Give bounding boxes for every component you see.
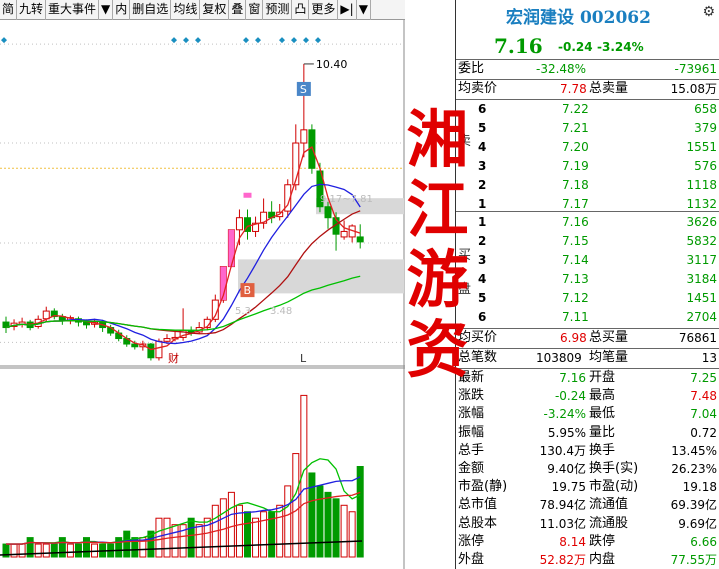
toolbar-item[interactable]: ▼	[99, 0, 114, 20]
candle-body	[340, 230, 348, 238]
price-change: -0.24	[558, 40, 593, 54]
volume-bar	[50, 543, 58, 558]
volume-bar	[308, 472, 316, 558]
volume-bar	[83, 537, 90, 558]
range-label-3: 3.48	[270, 306, 292, 317]
toolbar-item[interactable]: 窗	[246, 0, 264, 20]
limit-up-candle	[228, 229, 235, 267]
finance-mark: 财	[168, 351, 179, 365]
toolbar-item[interactable]: 九转	[17, 0, 47, 20]
price-change-pct: -3.24%	[597, 40, 644, 54]
stat-row: 总股本 11.03亿 流通股 9.69亿	[458, 515, 717, 531]
last-price: 7.16	[494, 34, 543, 58]
chart-toolbar: 简九转 重大事件 ▼ 内删自选 均线 复权叠窗预测凸更多 ▶| ▼	[0, 0, 405, 20]
toolbar-item[interactable]: 简	[0, 0, 18, 20]
buy-level-row[interactable]: 5 7.12 1451	[456, 289, 719, 307]
stat-row: 振幅 5.95% 量比 0.72	[458, 424, 717, 440]
volume-bar	[332, 498, 340, 558]
sell-level-row[interactable]: 5 7.21 379	[456, 119, 719, 137]
candle-body	[155, 340, 163, 359]
stat-row: 总市值 78.94亿 流通值 69.39亿	[458, 497, 717, 513]
volume-bar	[348, 511, 356, 558]
toolbar-item[interactable]: 凸	[292, 0, 310, 20]
volume-bar	[195, 524, 203, 558]
volume-bar	[340, 504, 348, 558]
stat-row: 最新 7.16 开盘 7.25	[458, 370, 717, 385]
volume-bar	[260, 511, 268, 558]
range-label: 9.17~7.81	[320, 194, 373, 205]
range-label-2: 5.3	[235, 306, 251, 317]
toolbar-item[interactable]: 均线	[171, 0, 201, 20]
volume-bar	[18, 543, 26, 558]
volume-bar	[42, 543, 50, 558]
toolbar-item[interactable]: 删自选	[130, 0, 172, 20]
stat-row: 涨幅 -3.24% 最低 7.04	[458, 406, 717, 422]
stock-title: 宏润建设 002062	[506, 8, 651, 28]
candle-body	[356, 236, 364, 243]
order-ratio-row: 委比 -32.48% -73961	[458, 61, 717, 76]
volume-bar	[227, 491, 235, 558]
buy-level-row[interactable]: 1 7.16 3626	[456, 213, 719, 231]
toolbar-item[interactable]: ▼	[357, 0, 371, 20]
stat-row: 金额 9.40亿 换手(实) 26.23%	[458, 461, 717, 476]
trades-row: 总笔数 103809 均笔量 13	[458, 350, 717, 365]
volume-bar	[244, 511, 251, 558]
volume-bar	[292, 453, 300, 558]
volume-bar	[276, 504, 284, 558]
volume-bar	[34, 543, 42, 558]
toolbar-item[interactable]: 预测	[263, 0, 293, 20]
avg-buy-row: 均买价 6.98 总买量 76861	[458, 330, 717, 345]
volume-bar	[171, 524, 179, 558]
volume-bar	[74, 543, 82, 558]
buy-level-row[interactable]: 6 7.11 2704	[456, 308, 719, 326]
buy-level-row[interactable]: 4 7.13 3184	[456, 270, 719, 288]
sell-level-row[interactable]: 3 7.19 576	[456, 157, 719, 175]
candle-body	[163, 338, 171, 342]
kline-chart[interactable]: 10.768.967.145.3325213168088404X10010.40…	[0, 20, 405, 569]
stat-row: 涨跌 -0.24 最高 7.48	[458, 388, 717, 404]
volume-bar	[66, 543, 74, 558]
volume-bar	[58, 537, 66, 558]
sell-level-row[interactable]: 6 7.22 658	[456, 100, 719, 118]
candle-body	[300, 129, 308, 144]
toolbar-item[interactable]: 更多	[309, 0, 339, 20]
stat-row: 总手 130.4万 换手 13.45%	[458, 442, 717, 458]
candle-body	[147, 343, 155, 359]
toolbar-item[interactable]: ▶|	[338, 0, 357, 20]
buy-level-row[interactable]: 2 7.15 5832	[456, 232, 719, 250]
sell-level-row[interactable]: 2 7.18 1118	[456, 176, 719, 194]
toolbar-item[interactable]: 内	[113, 0, 131, 20]
gear-icon[interactable]: ⚙	[702, 4, 715, 20]
volume-bar	[123, 530, 131, 558]
toolbar-item[interactable]: 叠	[229, 0, 247, 20]
buy-marker-label: B	[244, 284, 252, 297]
stat-row: 市盈(静) 19.75 市盈(动) 19.18	[458, 479, 717, 495]
sell-level-row[interactable]: 4 7.20 1551	[456, 138, 719, 156]
candle-body	[42, 310, 50, 320]
volume-bar	[324, 491, 332, 558]
candle-body	[235, 217, 243, 231]
toolbar-item[interactable]: 重大事件	[46, 0, 100, 20]
pink-marker	[243, 192, 252, 198]
high-label: 10.40	[316, 58, 348, 71]
stamp-watermark: 湘江游资	[406, 103, 469, 386]
avg-sell-row: 均卖价 7.78 总卖量 15.08万	[458, 81, 717, 96]
candle-body	[131, 343, 139, 348]
stat-row: 涨停 8.14 跌停 6.66	[458, 533, 717, 549]
volume-bar	[316, 485, 324, 558]
candle-body	[324, 206, 332, 219]
buy-level-row[interactable]: 3 7.14 3117	[456, 251, 719, 269]
volume-bar	[356, 466, 364, 558]
sell-marker-label: S	[300, 83, 307, 96]
volume-bar	[284, 485, 292, 558]
volume-bar	[252, 517, 260, 558]
stat-row: 外盘 52.82万 内盘 77.55万	[458, 552, 717, 567]
l-mark: L	[300, 352, 307, 365]
toolbar-item[interactable]: 复权	[200, 0, 230, 20]
volume-bar	[187, 517, 195, 558]
quote-panel: 宏润建设 002062 ⚙ 7.16 -0.24 -3.24% 委比 -32.4…	[456, 0, 719, 569]
